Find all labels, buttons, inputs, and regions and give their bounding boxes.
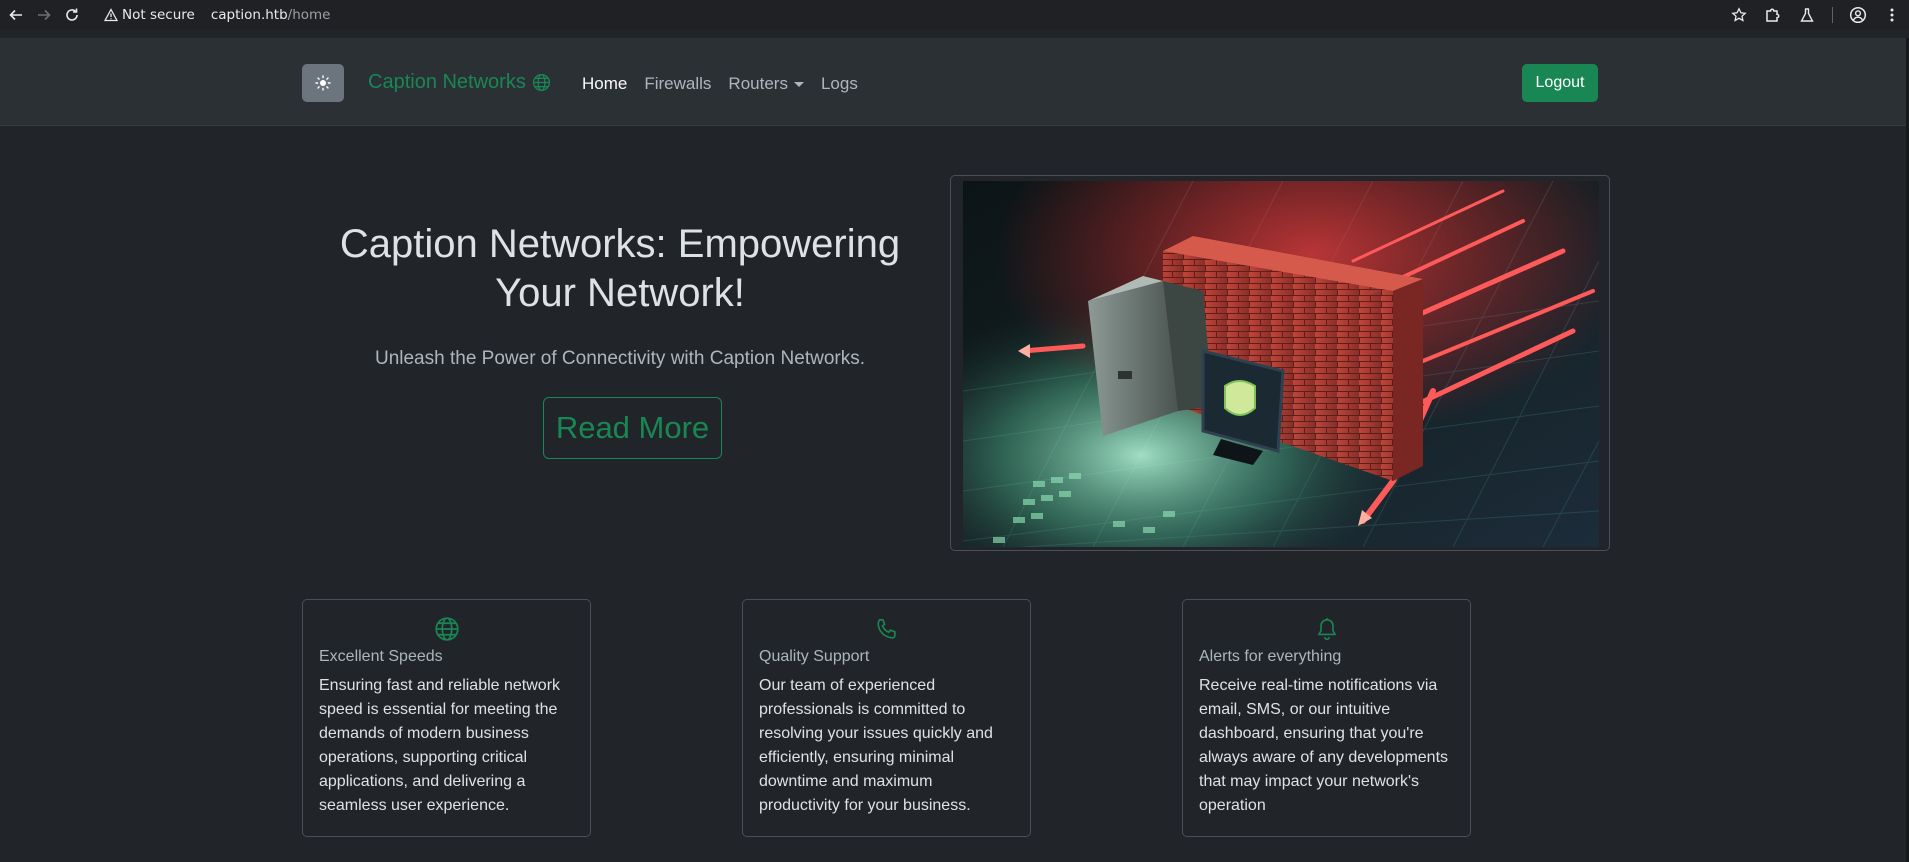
feature-card-alerts: Alerts for everything Receive real-time … xyxy=(1182,599,1471,837)
globe-icon xyxy=(434,617,459,641)
site-navbar: Caption Networks Home Firewalls Routers … xyxy=(0,38,1909,126)
dropdown-caret-icon xyxy=(793,81,804,87)
firewall-illustration xyxy=(963,181,1599,547)
feature-card-support: Quality Support Our team of experienced … xyxy=(742,599,1031,837)
warning-triangle-icon xyxy=(104,8,118,22)
phone-icon xyxy=(876,618,896,639)
main-nav: Home Firewalls Routers Logs xyxy=(582,74,875,94)
url-path: /home xyxy=(287,7,331,23)
nav-link-routers-label: Routers xyxy=(728,74,788,93)
address-bar[interactable]: Not secure caption.htb/home xyxy=(104,3,331,27)
logout-button[interactable]: Logout xyxy=(1522,64,1598,102)
browser-toolbar: Not secure caption.htb/home xyxy=(0,0,1909,30)
feature-text: Ensuring fast and reliable network speed… xyxy=(319,677,561,814)
sun-icon xyxy=(315,75,331,91)
nav-link-routers[interactable]: Routers xyxy=(728,74,804,94)
read-more-button[interactable]: Read More xyxy=(543,397,722,459)
hero-section: Caption Networks: Empowering Your Networ… xyxy=(302,220,938,370)
menu-kebab-icon[interactable] xyxy=(1875,0,1909,30)
toolbar-divider xyxy=(1832,7,1833,23)
nav-link-logs[interactable]: Logs xyxy=(821,74,858,94)
feature-card-speeds: Excellent Speeds Ensuring fast and relia… xyxy=(302,599,591,837)
feature-text: Our team of experienced professionals is… xyxy=(759,677,993,814)
profile-avatar-icon[interactable] xyxy=(1841,0,1875,30)
back-arrow-icon[interactable] xyxy=(2,1,30,29)
theme-toggle-button[interactable] xyxy=(302,64,344,102)
feature-title: Excellent Speeds xyxy=(319,648,443,665)
hero-image-frame xyxy=(950,175,1610,551)
labs-flask-icon[interactable] xyxy=(1790,0,1824,30)
nav-link-firewalls[interactable]: Firewalls xyxy=(644,74,711,94)
hero-lead: Unleash the Power of Connectivity with C… xyxy=(374,348,865,369)
forward-arrow-icon[interactable] xyxy=(30,1,58,29)
bookmark-star-icon[interactable] xyxy=(1722,0,1756,30)
brand-link[interactable]: Caption Networks xyxy=(368,71,551,94)
bell-icon xyxy=(1317,618,1336,641)
security-label: Not secure xyxy=(122,7,195,23)
hero-title: Caption Networks: Empowering Your Networ… xyxy=(339,222,901,315)
reload-icon[interactable] xyxy=(58,1,86,29)
nav-link-home[interactable]: Home xyxy=(582,74,627,94)
security-warning[interactable]: Not secure xyxy=(104,7,195,23)
feature-title: Quality Support xyxy=(759,648,870,665)
url-host: caption.htb xyxy=(210,7,288,23)
brand-name: Caption Networks xyxy=(368,71,526,93)
extensions-puzzle-icon[interactable] xyxy=(1756,0,1790,30)
feature-title: Alerts for everything xyxy=(1199,648,1342,665)
feature-text: Receive real-time notifications via emai… xyxy=(1199,677,1449,814)
globe-icon xyxy=(532,73,550,92)
